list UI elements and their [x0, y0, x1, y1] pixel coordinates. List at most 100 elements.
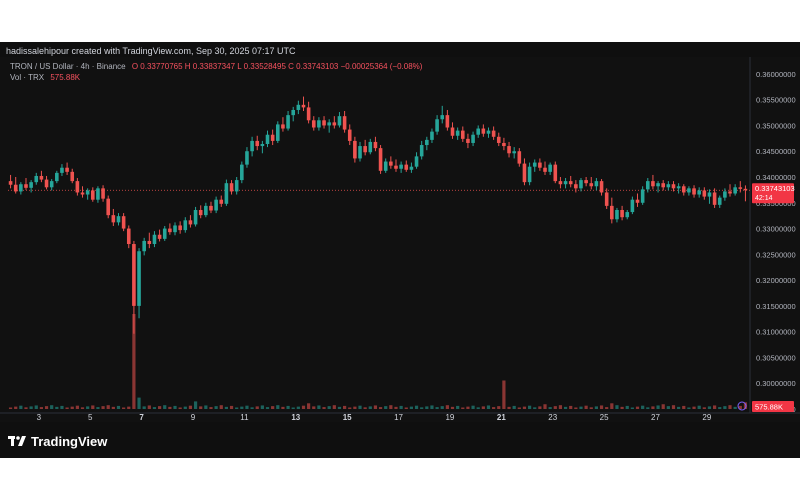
x-tick-label: 15	[343, 413, 352, 422]
candle-body	[512, 151, 516, 154]
volume-bar	[91, 405, 95, 409]
volume-bar	[235, 407, 239, 409]
candle-body	[543, 167, 547, 172]
candle-body	[353, 140, 357, 159]
candle-body	[425, 139, 429, 146]
volume-bar	[229, 405, 234, 409]
tradingview-logo[interactable]: TradingView	[8, 434, 107, 449]
volume-bar	[707, 406, 712, 409]
candle-body	[712, 192, 717, 205]
y-tick-label: 0.33000000	[756, 225, 796, 234]
candle-body	[589, 183, 594, 187]
volume-bar	[358, 405, 362, 409]
volume-bar	[522, 406, 527, 409]
volume-bar	[8, 407, 13, 409]
candle-body	[229, 183, 234, 192]
symbol-name[interactable]: TRON / US Dollar · 4h · Binance	[10, 62, 126, 71]
volume-bar	[173, 405, 177, 409]
candle-body	[34, 175, 39, 183]
volume-bar	[404, 407, 408, 409]
volume-label[interactable]: Vol · TRX	[10, 73, 44, 82]
candle-body	[527, 166, 532, 183]
candle-body	[404, 164, 409, 170]
candle-body	[90, 190, 95, 200]
volume-bar	[712, 405, 717, 409]
candle-body	[49, 181, 54, 188]
candle-body	[702, 190, 707, 197]
candle-body	[137, 251, 141, 306]
candle-body	[24, 184, 28, 188]
volume-bar	[533, 407, 537, 409]
candle-body	[301, 104, 306, 108]
volume-bar	[656, 405, 660, 409]
volume-bar	[157, 406, 162, 409]
volume-bar	[461, 407, 465, 409]
candle-body	[96, 188, 100, 200]
candle-body	[358, 146, 362, 159]
candle-body	[738, 187, 743, 189]
candle-body	[65, 167, 69, 172]
candle-body	[419, 145, 424, 157]
volume-bar	[507, 406, 511, 409]
candle-body	[481, 128, 486, 134]
volume-bar	[116, 405, 121, 409]
candle-body	[198, 209, 203, 216]
candle-body	[635, 199, 640, 203]
volume-bar	[389, 405, 393, 409]
volume-bar	[420, 407, 424, 409]
candle-body	[502, 142, 506, 147]
volume-bar	[512, 405, 516, 409]
candle-body	[234, 180, 239, 192]
volume-bar	[502, 380, 506, 409]
volume-bar	[399, 405, 403, 409]
volume-bar	[527, 405, 532, 409]
volume-bar	[111, 406, 115, 409]
volume-bar	[733, 406, 737, 409]
candle-body	[214, 199, 218, 211]
candle-body	[676, 186, 681, 189]
volume-bar	[641, 405, 645, 409]
volume-bar	[599, 405, 604, 409]
candle-body	[563, 181, 568, 185]
candle-body	[409, 166, 414, 170]
volume-bar	[60, 405, 64, 409]
candle-body	[394, 165, 398, 169]
volume-bar	[497, 406, 501, 409]
candle-body	[460, 130, 465, 139]
volume-bar	[96, 407, 100, 409]
volume-bar	[692, 406, 696, 409]
volume-bar	[101, 406, 105, 409]
volume-bar	[697, 405, 701, 409]
candle-body	[281, 124, 285, 129]
volume-bar	[14, 406, 18, 409]
volume-bar	[728, 405, 732, 409]
volume-bar	[142, 406, 146, 409]
candle-body	[219, 199, 224, 204]
candle-body	[553, 164, 558, 182]
volume-bar	[456, 405, 460, 409]
candle-body	[707, 192, 712, 197]
volume-bar	[152, 407, 157, 409]
volume-bar	[543, 404, 547, 409]
volume-bar	[265, 407, 270, 409]
candle-body	[193, 209, 198, 225]
volume-bar	[178, 407, 182, 409]
volume-bar	[610, 403, 614, 409]
candle-body	[681, 186, 686, 193]
candle-body	[44, 179, 49, 188]
x-tick-label: 23	[548, 413, 557, 422]
volume-bar	[384, 406, 388, 409]
chart-area[interactable]: 0.36000000 0.35500000 0.35000000 0.34500000…	[0, 57, 800, 437]
candle-body	[430, 131, 434, 140]
volume-bar	[445, 405, 449, 409]
volume-bar	[368, 406, 372, 409]
candlestick-chart[interactable]: 0.36000000 0.35500000 0.35000000 0.34500000…	[0, 57, 800, 437]
y-tick-label: 0.34500000	[756, 147, 796, 156]
volume-bar	[260, 405, 264, 409]
volume-bar	[450, 406, 455, 409]
tradingview-brand: TradingView	[31, 434, 108, 449]
volume-bar	[307, 403, 311, 409]
volume-bar	[579, 406, 583, 409]
candle-body	[645, 181, 650, 190]
candle-body	[373, 141, 378, 149]
